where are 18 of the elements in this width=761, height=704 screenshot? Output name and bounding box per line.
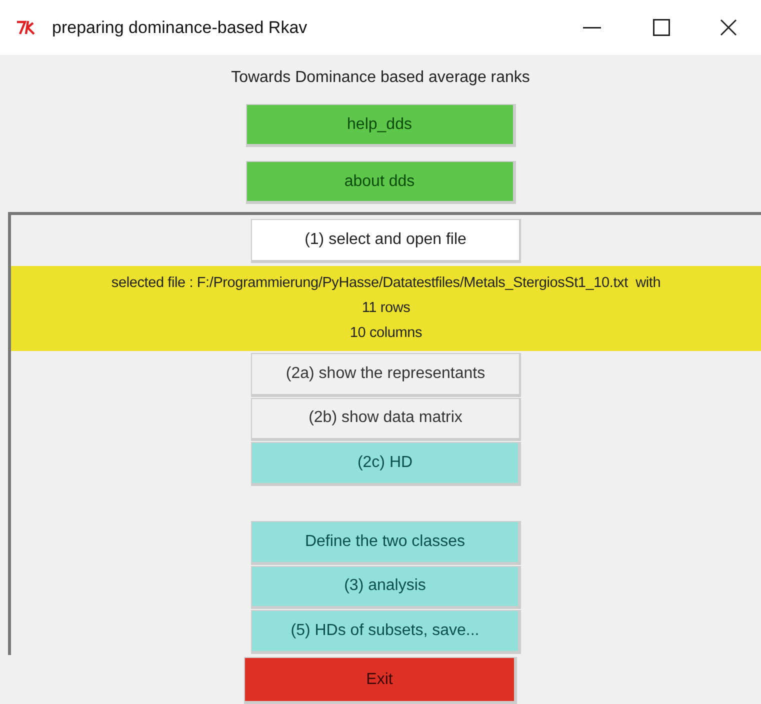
action-button[interactable]: (3) analysis (251, 566, 521, 610)
action-button[interactable]: Exit (244, 657, 517, 704)
file-info-text: 10 columns (350, 324, 422, 343)
action-button[interactable]: (2a) show the representants (251, 352, 521, 396)
window-title: preparing dominance-based Rkav (52, 16, 308, 39)
action-button[interactable]: (1) select and open file (251, 219, 521, 263)
action-button[interactable]: help_dds (246, 104, 516, 147)
close-icon[interactable] (720, 19, 737, 36)
action-button[interactable]: (5) HDs of subsets, save... (251, 610, 521, 654)
action-button[interactable]: about dds (246, 161, 516, 204)
action-button[interactable]: (2c) HD (251, 442, 521, 486)
action-button[interactable]: Define the two classes (251, 520, 521, 565)
minimize-icon[interactable] (583, 26, 601, 28)
action-button[interactable]: (2b) show data matrix (251, 398, 521, 442)
heading-text: Towards Dominance based average ranks (231, 68, 530, 88)
file-info-text: 11 rows (362, 298, 410, 318)
maximize-icon[interactable] (653, 19, 670, 36)
file-info-text: selected file : F:/Programmierung/PyHasse/Datatestfiles/Metals_StergiosSt1_10.txt with (111, 274, 661, 293)
